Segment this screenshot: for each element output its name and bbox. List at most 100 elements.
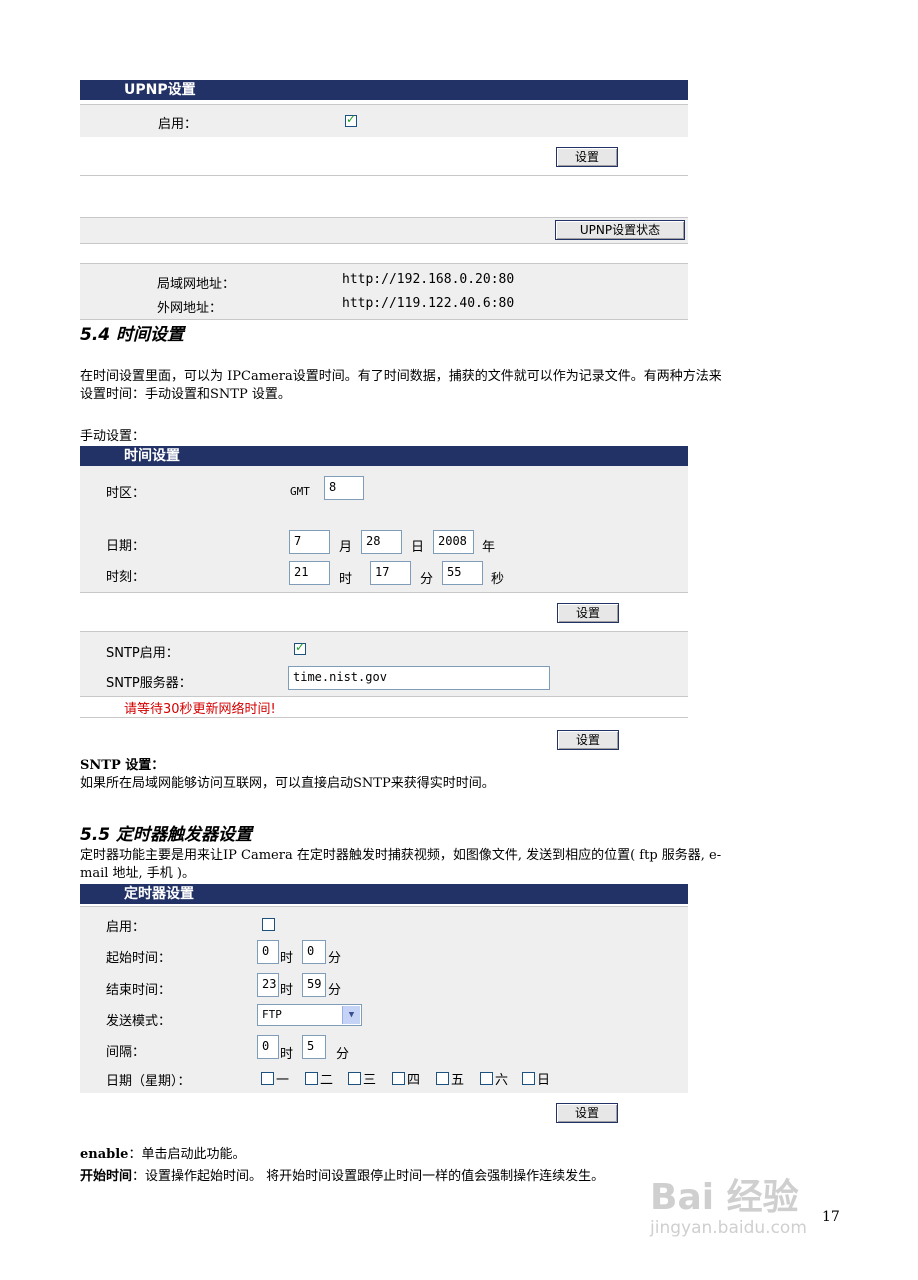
sntp-wait-message: 请等待30秒更新网络时间!: [124, 702, 276, 717]
month-input[interactable]: 7: [289, 530, 330, 554]
chevron-down-icon[interactable]: ▼: [342, 1006, 360, 1024]
second-input[interactable]: 55: [442, 561, 483, 585]
upnp-status-button[interactable]: UPNP设置状态: [555, 220, 685, 240]
weekday-label-item: 四: [407, 1073, 421, 1088]
date-label: 日期：: [106, 539, 146, 554]
interval-hour-unit: 时: [280, 1047, 294, 1062]
upnp-set-button[interactable]: 设置: [556, 147, 618, 167]
start-hour-unit: 时: [280, 951, 294, 966]
sntp-enable-checkbox[interactable]: [294, 640, 306, 655]
start-min-unit: 分: [328, 951, 342, 966]
page-number: 17: [822, 1209, 840, 1225]
weekday-checkbox[interactable]: [261, 1072, 274, 1085]
sntp-message-row: 请等待30秒更新网络时间!: [80, 697, 688, 718]
timer-enable-checkbox[interactable]: [262, 918, 275, 931]
weekday-checkbox[interactable]: [436, 1072, 449, 1085]
clock-label: 时刻：: [106, 570, 146, 585]
baidu-watermark-logo: Bai 经验: [650, 1177, 799, 1218]
upnp-enable-row: 启用：: [80, 104, 688, 138]
interval-min-input[interactable]: 5: [302, 1035, 326, 1059]
sntp-description-text: 如果所在局域网能够访问互联网，可以直接启动SNTP来获得实时时间。: [80, 776, 495, 791]
section-5-4-paragraph: 在时间设置里面，可以为 IPCamera设置时间。有了时间数据，捕获的文件就可以…: [80, 368, 840, 404]
time-manual-panel: 时区： GMT 8 日期： 7 月 28 日 2008 年 时刻： 21 时 1…: [80, 466, 688, 593]
gmt-label: GMT: [290, 485, 310, 498]
weekday-label-item: 六: [495, 1073, 509, 1088]
upnp-title-bar: UPNP设置: [80, 80, 688, 100]
month-unit: 月: [339, 540, 353, 555]
end-time-label: 结束时间：: [106, 983, 172, 998]
weekday-label: 日期（星期）：: [106, 1074, 191, 1089]
manual-setting-label: 手动设置：: [80, 429, 146, 444]
end-hour-input[interactable]: 23: [257, 973, 279, 997]
weekday-label-item: 二: [320, 1073, 334, 1088]
minute-input[interactable]: 17: [370, 561, 411, 585]
section-5-5-line2: mail 地址, 手机 )。: [80, 866, 195, 881]
day-input[interactable]: 28: [361, 530, 402, 554]
baidu-watermark-url: jingyan.baidu.com: [650, 1218, 807, 1238]
enable-note: enable：单击启动此功能。: [80, 1146, 840, 1164]
lan-address-label: 局域网地址：: [157, 277, 236, 292]
send-mode-select[interactable]: FTP ▼: [257, 1004, 362, 1026]
sntp-server-label: SNTP服务器：: [106, 676, 192, 691]
weekday-label-item: 五: [451, 1073, 465, 1088]
sntp-server-input[interactable]: time.nist.gov: [288, 666, 550, 690]
upnp-address-panel: 局域网地址： http://192.168.0.20:80 外网地址： http…: [80, 263, 688, 320]
minute-unit: 分: [420, 572, 434, 587]
hour-unit: 时: [339, 572, 353, 587]
lan-address-value: http://192.168.0.20:80: [342, 272, 515, 287]
interval-label: 间隔：: [106, 1045, 146, 1060]
wan-address-label: 外网地址：: [157, 301, 223, 316]
wan-address-value: http://119.122.40.6:80: [342, 296, 515, 311]
enable-note-text: ：单击启动此功能。: [128, 1147, 246, 1162]
start-time-note-text: ：设置操作起始时间。 将开始时间设置跟停止时间一样的值会强制操作连续发生。: [132, 1169, 605, 1184]
weekday-checkbox[interactable]: [305, 1072, 318, 1085]
time-title: 时间设置: [124, 448, 180, 464]
start-min-input[interactable]: 0: [302, 940, 326, 964]
sntp-set-row: 设置: [80, 718, 688, 754]
weekday-checkbox[interactable]: [480, 1072, 493, 1085]
timer-set-button[interactable]: 设置: [556, 1103, 618, 1123]
day-unit: 日: [411, 540, 425, 555]
section-5-5-line1: 定时器功能主要是用来让IP Camera 在定时器触发时捕获视频，如图像文件, …: [80, 848, 722, 863]
upnp-enable-label: 启用：: [158, 117, 198, 132]
timer-title: 定时器设置: [124, 886, 194, 902]
sntp-panel: SNTP启用： SNTP服务器： time.nist.gov: [80, 632, 688, 697]
upnp-set-row: 设置: [80, 137, 688, 176]
end-hour-unit: 时: [280, 983, 294, 998]
year-unit: 年: [482, 540, 496, 555]
hour-input[interactable]: 21: [289, 561, 330, 585]
interval-min-unit: 分: [336, 1047, 350, 1062]
timer-enable-label: 启用：: [106, 920, 146, 935]
timer-set-row: 设置: [80, 1093, 688, 1129]
upnp-title: UPNP设置: [124, 82, 196, 98]
time-set-button[interactable]: 设置: [557, 603, 619, 623]
year-input[interactable]: 2008: [433, 530, 474, 554]
section-5-4-line1: 在时间设置里面，可以为 IPCamera设置时间。有了时间数据，捕获的文件就可以…: [80, 369, 722, 384]
weekday-checkbox[interactable]: [392, 1072, 405, 1085]
start-time-label: 起始时间：: [106, 951, 172, 966]
section-5-4-line2: 设置时间：手动设置和SNTP 设置。: [80, 387, 291, 402]
sntp-set-button[interactable]: 设置: [557, 730, 619, 750]
send-mode-label: 发送模式：: [106, 1014, 172, 1029]
weekday-checkbox[interactable]: [522, 1072, 535, 1085]
timer-panel: 启用： 起始时间： 0 时 0 分 结束时间： 23 时 59 分 发送模式： …: [80, 906, 688, 1094]
upnp-enable-checkbox[interactable]: [345, 112, 357, 127]
time-title-bar: 时间设置: [80, 446, 688, 466]
start-hour-input[interactable]: 0: [257, 940, 279, 964]
sntp-enable-label: SNTP启用：: [106, 646, 179, 661]
end-min-input[interactable]: 59: [302, 973, 326, 997]
sntp-description: SNTP 设置： 如果所在局域网能够访问互联网，可以直接启动SNTP来获得实时时…: [80, 757, 840, 793]
weekday-label-item: 三: [363, 1073, 377, 1088]
weekday-checkbox[interactable]: [348, 1072, 361, 1085]
gmt-offset-input[interactable]: 8: [324, 476, 364, 500]
second-unit: 秒: [491, 572, 505, 587]
timer-title-bar: 定时器设置: [80, 884, 688, 904]
section-5-4-heading: 5.4 时间设置: [80, 325, 185, 345]
end-min-unit: 分: [328, 983, 342, 998]
section-5-5-paragraph: 定时器功能主要是用来让IP Camera 在定时器触发时捕获视频，如图像文件, …: [80, 847, 840, 883]
interval-hour-input[interactable]: 0: [257, 1035, 279, 1059]
send-mode-value: FTP: [262, 1008, 282, 1021]
sntp-description-title: SNTP 设置：: [80, 758, 165, 773]
upnp-status-row: UPNP设置状态: [80, 217, 688, 244]
section-5-5-heading: 5.5 定时器触发器设置: [80, 825, 253, 845]
